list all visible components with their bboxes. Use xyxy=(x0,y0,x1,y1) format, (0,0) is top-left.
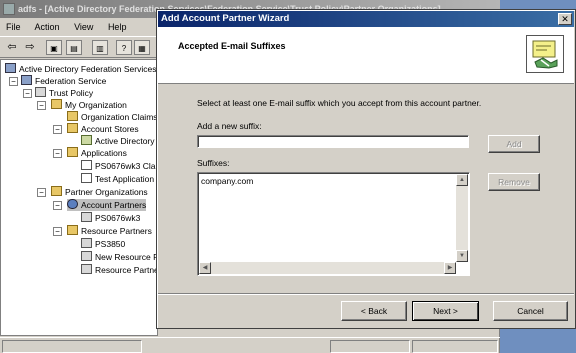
tree-item-ps0676wk3-app[interactable]: PS0676wk3 Claims-aware xyxy=(81,160,157,172)
export-list-icon[interactable]: ▥ xyxy=(92,40,108,55)
server-icon xyxy=(21,75,32,85)
menu-help[interactable]: Help xyxy=(108,22,127,32)
wizard-body: Select at least one E-mail suffix which … xyxy=(158,85,574,293)
check-icon xyxy=(81,135,92,145)
scroll-left-icon[interactable]: ◀ xyxy=(199,262,211,274)
next-button[interactable]: Next > xyxy=(412,301,479,321)
list-item[interactable]: company.com xyxy=(201,176,253,186)
tree-item-my-organization[interactable]: My Organization xyxy=(51,99,127,111)
collapse-icon[interactable]: − xyxy=(53,149,62,158)
document-icon xyxy=(81,173,92,183)
remove-button[interactable]: Remove xyxy=(488,173,540,191)
properties-icon[interactable]: ▦ xyxy=(134,40,150,55)
add-suffix-label: Add a new suffix: xyxy=(197,121,262,131)
instruction-text: Select at least one E-mail suffix which … xyxy=(197,98,482,108)
tree-item-resource-partner[interactable]: Resource Partner xyxy=(81,264,157,276)
forward-arrow-icon[interactable]: ⇨ xyxy=(22,40,38,55)
scroll-up-icon[interactable]: ▲ xyxy=(456,174,468,186)
tree-item-ps0676wk3[interactable]: PS0676wk3 xyxy=(81,212,140,224)
policy-icon xyxy=(81,264,92,274)
divider xyxy=(158,293,574,295)
back-button[interactable]: < Back xyxy=(341,301,407,321)
collapse-icon[interactable]: − xyxy=(23,89,32,98)
toolbar: ⇦ ⇨ ▣ ▤ ▥ ? ▦ xyxy=(0,36,160,58)
scroll-down-icon[interactable]: ▼ xyxy=(456,250,468,262)
policy-icon xyxy=(35,87,46,97)
tree-item-partner-organizations[interactable]: Partner Organizations xyxy=(51,186,148,198)
tree-item-applications[interactable]: Applications xyxy=(67,147,127,159)
tree-item-new-resource-partner[interactable]: New Resource Partner xyxy=(81,251,157,263)
close-icon[interactable]: ✕ xyxy=(558,13,572,25)
tree-item-adfs-root[interactable]: Active Directory Federation Services xyxy=(5,63,156,75)
tree-item-ps3850[interactable]: PS3850 xyxy=(81,238,125,250)
show-tree-icon[interactable]: ▤ xyxy=(66,40,82,55)
people-icon xyxy=(67,199,78,209)
suffixes-list[interactable]: company.com ▲ ▼ ◀ ▶ xyxy=(197,172,470,276)
collapse-icon[interactable]: − xyxy=(9,77,18,86)
horizontal-scrollbar[interactable]: ◀ ▶ xyxy=(199,262,456,274)
server-icon xyxy=(5,63,16,73)
vertical-scrollbar[interactable]: ▲ ▼ xyxy=(456,174,468,262)
menu-view[interactable]: View xyxy=(74,22,93,32)
policy-icon xyxy=(81,238,92,248)
up-folder-icon[interactable]: ▣ xyxy=(46,40,62,55)
policy-icon xyxy=(81,212,92,222)
collapse-icon[interactable]: − xyxy=(37,188,46,197)
status-bar xyxy=(0,337,500,353)
tree-item-active-directory[interactable]: Active Directory xyxy=(81,135,155,147)
page-title: Accepted E-mail Suffixes xyxy=(178,41,286,51)
policy-icon xyxy=(81,251,92,261)
wizard-title: Add Account Partner Wizard xyxy=(161,13,290,24)
status-cell xyxy=(412,340,498,353)
help-icon[interactable]: ? xyxy=(116,40,132,55)
tree-item-test-application[interactable]: Test Application xyxy=(81,173,154,185)
tree-item-federation-service[interactable]: Federation Service xyxy=(21,75,106,87)
wizard-header: Accepted E-mail Suffixes xyxy=(158,27,574,84)
document-icon xyxy=(81,160,92,170)
menu-action[interactable]: Action xyxy=(35,22,60,32)
folder-icon xyxy=(51,99,62,109)
folder-icon xyxy=(67,147,78,157)
tree-item-resource-partners[interactable]: Resource Partners xyxy=(67,225,152,237)
scroll-right-icon[interactable]: ▶ xyxy=(444,262,456,274)
add-account-partner-wizard: Add Account Partner Wizard ✕ Accepted E-… xyxy=(156,9,576,329)
console-tree: Active Directory Federation Services − F… xyxy=(0,59,158,336)
tree-item-trust-policy[interactable]: Trust Policy xyxy=(35,87,93,99)
collapse-icon[interactable]: − xyxy=(37,101,46,110)
menu-file[interactable]: File xyxy=(6,22,21,32)
tree-item-account-partners[interactable]: Account Partners xyxy=(67,199,147,211)
wizard-title-bar: Add Account Partner Wizard ✕ xyxy=(158,11,574,27)
collapse-icon[interactable]: − xyxy=(53,201,62,210)
folder-icon xyxy=(67,111,78,121)
collapse-icon[interactable]: − xyxy=(53,227,62,236)
collapse-icon[interactable]: − xyxy=(53,125,62,134)
tree-item-organization-claims[interactable]: Organization Claims xyxy=(67,111,157,123)
status-cell xyxy=(2,340,142,353)
folder-icon xyxy=(51,186,62,196)
certificate-handshake-icon xyxy=(526,35,564,73)
folder-icon xyxy=(67,225,78,235)
folder-icon xyxy=(67,123,78,133)
new-suffix-input[interactable] xyxy=(197,135,469,148)
tree-item-account-stores[interactable]: Account Stores xyxy=(67,123,139,135)
adfs-app-icon xyxy=(3,3,15,15)
status-cell xyxy=(330,340,410,353)
cancel-button[interactable]: Cancel xyxy=(493,301,568,321)
suffixes-label: Suffixes: xyxy=(197,158,230,168)
back-arrow-icon[interactable]: ⇦ xyxy=(4,40,20,55)
add-button[interactable]: Add xyxy=(488,135,540,153)
